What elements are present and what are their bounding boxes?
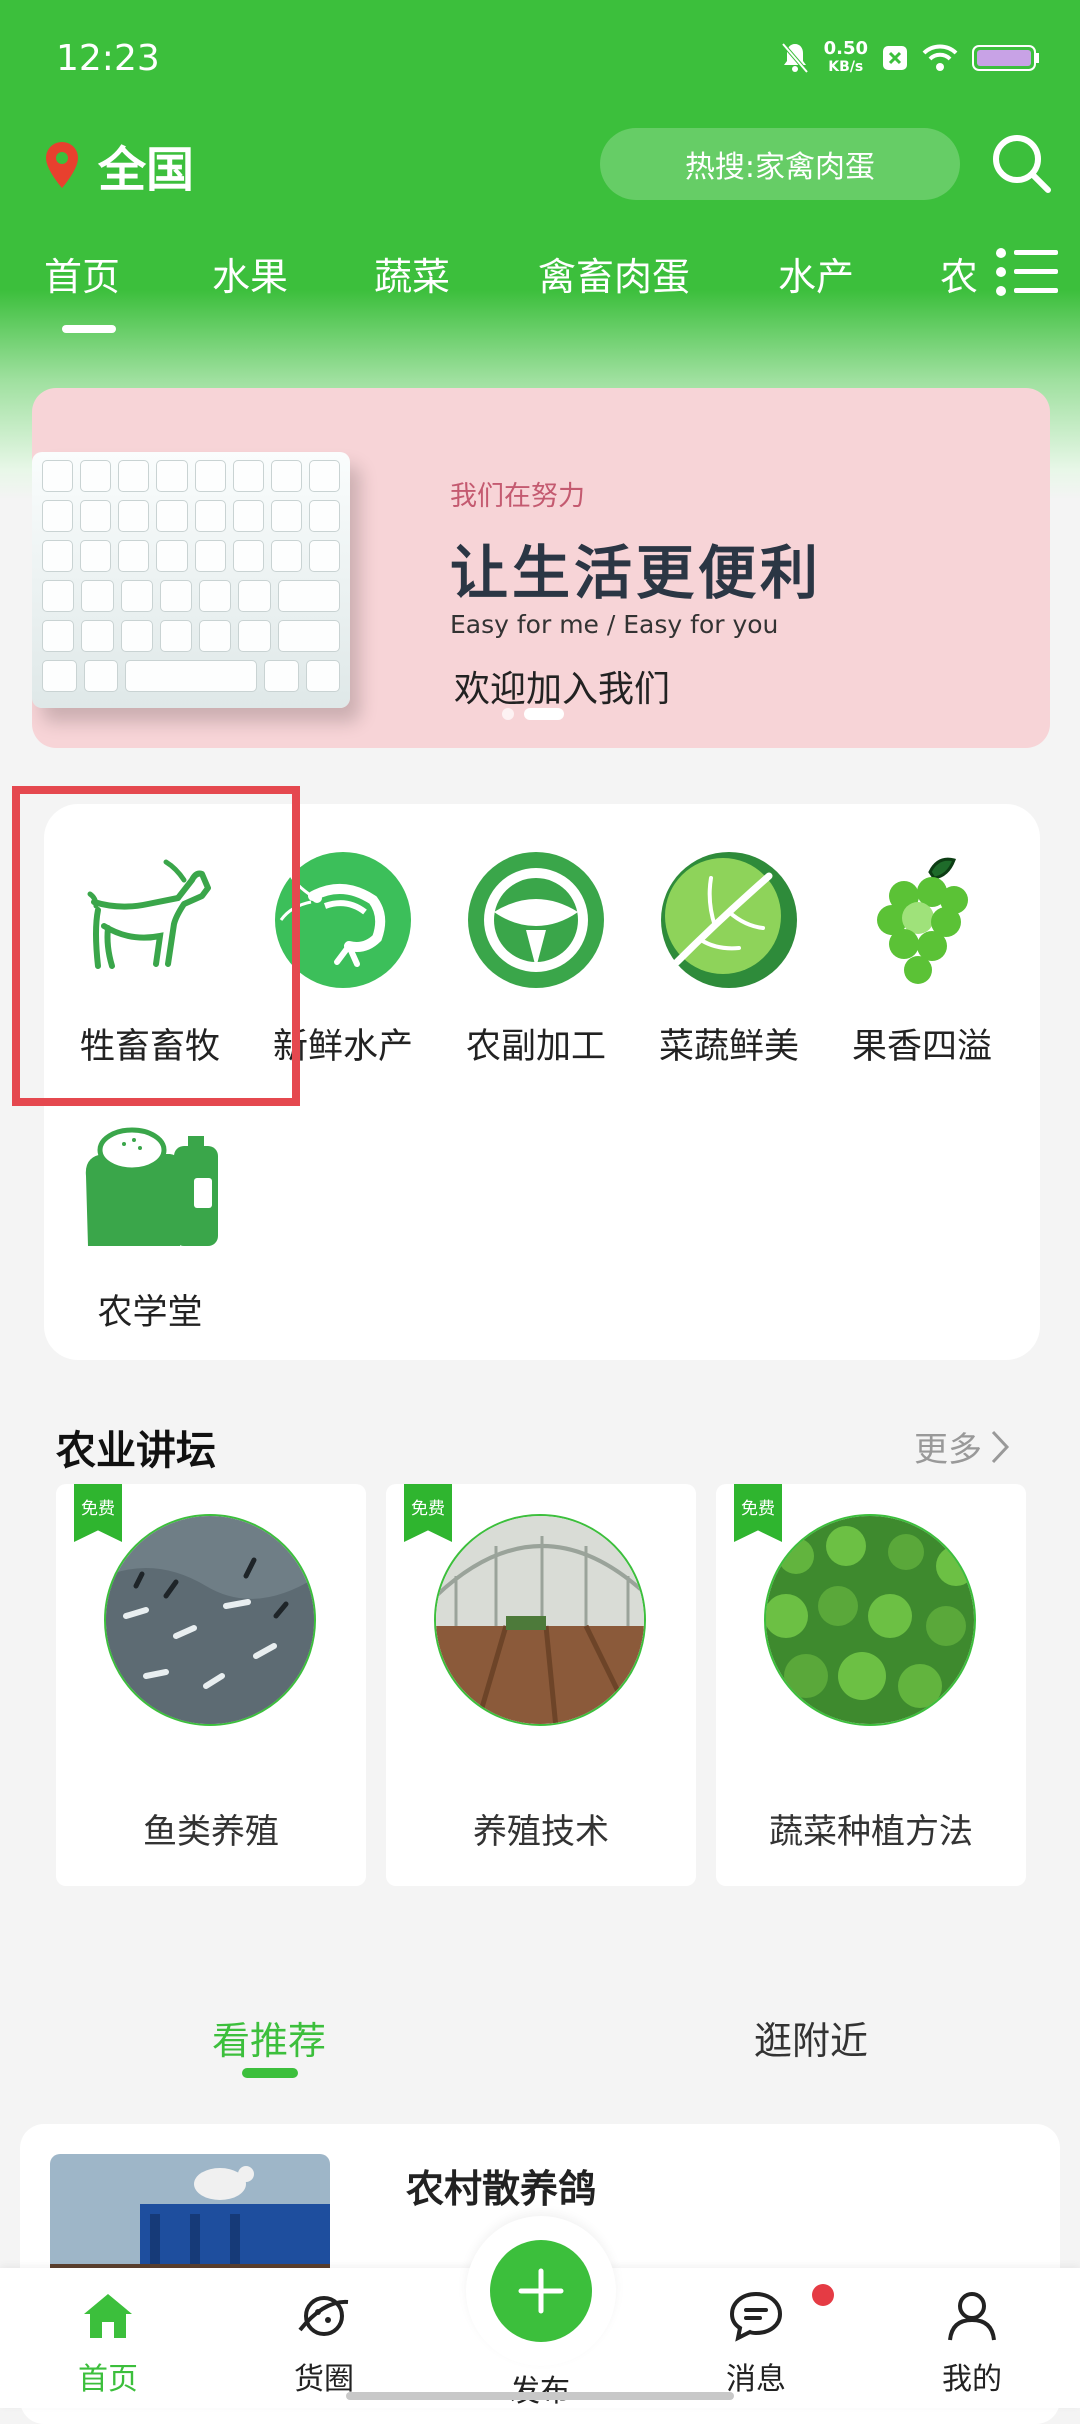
free-tag: 免费 (404, 1484, 452, 1542)
user-icon (948, 2292, 996, 2341)
fish-farming-image (104, 1514, 316, 1726)
data-saver-icon (883, 46, 907, 70)
banner-english: Easy for me / Easy for you (450, 610, 779, 639)
category-vegetables[interactable]: 菜蔬鲜美 (634, 850, 824, 1069)
keyboard-image (32, 452, 350, 708)
wifi-icon (922, 44, 958, 71)
chat-icon (729, 2291, 783, 2342)
banner-title: 让生活更便利 (450, 539, 823, 607)
category-label: 菜蔬鲜美 (658, 1027, 799, 1067)
location-pin-icon (46, 142, 78, 188)
battery-icon (972, 45, 1039, 71)
category-fruit[interactable]: 果香四溢 (827, 850, 1017, 1069)
tab-fruit[interactable]: 水果 (212, 246, 288, 301)
publish-button[interactable] (490, 2240, 592, 2342)
grapes-icon (877, 857, 968, 984)
forum-card-label: 蔬菜种植方法 (769, 1812, 973, 1852)
mute-icon (781, 42, 809, 74)
banner-pager (502, 708, 564, 720)
chevron-right-icon (991, 1430, 1010, 1463)
nav-circle[interactable]: 货圈 (264, 2290, 384, 2398)
forum-title: 农业讲坛 (56, 1428, 216, 1474)
fertilizer-bag-icon (85, 1127, 218, 1246)
tab-meat-eggs[interactable]: 禽畜肉蛋 (538, 246, 690, 301)
status-time: 12:23 (56, 38, 160, 79)
category-tabs: 首页 水果 蔬菜 禽畜肉蛋 水产 农 (0, 246, 1000, 333)
greenhouse-image (434, 1514, 646, 1726)
tab-nearby[interactable]: 逛附近 (754, 2010, 868, 2065)
forum-more-link[interactable]: 更多 (914, 1422, 1010, 1471)
tab-vegetable[interactable]: 蔬菜 (374, 246, 450, 301)
tab-recommend-indicator (242, 2068, 298, 2078)
category-label: 农副加工 (465, 1027, 606, 1067)
banner-cta: 欢迎加入我们 (454, 669, 671, 710)
notification-badge (812, 2284, 834, 2306)
menu-list-icon[interactable] (994, 246, 1060, 298)
search-icon[interactable] (990, 132, 1054, 196)
plus-icon (518, 2268, 564, 2314)
location-label: 全国 (98, 142, 195, 198)
status-icons: 0.50 KB/s (780, 40, 1040, 76)
net-speed: 0.50 KB/s (823, 38, 868, 76)
tab-recommend[interactable]: 看推荐 (212, 2010, 326, 2065)
nav-profile[interactable]: 我的 (912, 2290, 1032, 2398)
nav-messages[interactable]: 消息 (696, 2290, 816, 2398)
forum-card[interactable]: 免费 蔬菜种植方法 (716, 1484, 1026, 1886)
category-processing[interactable]: 农副加工 (441, 850, 631, 1069)
banner-subtitle: 我们在努力 (450, 481, 585, 512)
search-box[interactable]: 热搜:家禽肉蛋 (600, 128, 960, 200)
home-icon (84, 2294, 132, 2338)
nav-home[interactable]: 首页 (48, 2290, 168, 2398)
cabbage-icon (661, 852, 797, 988)
highlight-box (12, 786, 300, 1106)
category-label: 果香四溢 (851, 1027, 992, 1067)
location-selector[interactable]: 全国 (44, 130, 194, 200)
category-agri-school[interactable]: 农学堂 (55, 1116, 245, 1335)
planet-icon (298, 2296, 349, 2336)
vegetable-field-image (764, 1514, 976, 1726)
free-tag: 免费 (74, 1484, 122, 1542)
free-tag: 免费 (734, 1484, 782, 1542)
tab-aquatic[interactable]: 水产 (778, 246, 854, 301)
green-food-logo-icon (468, 852, 604, 988)
forum-card[interactable]: 免费 鱼类养殖 (56, 1484, 366, 1886)
tab-agri[interactable]: 农 (940, 246, 978, 301)
post-title: 农村散养鸽 (406, 2167, 597, 2211)
forum-card-label: 养殖技术 (473, 1812, 609, 1852)
banner[interactable]: 我们在努力 让生活更便利 Easy for me / Easy for you … (32, 388, 1050, 748)
tab-home[interactable]: 首页 (44, 246, 120, 333)
forum-card[interactable]: 免费 养殖技术 (386, 1484, 696, 1886)
home-indicator[interactable] (346, 2392, 734, 2400)
forum-card-label: 鱼类养殖 (143, 1812, 279, 1852)
category-label: 农学堂 (97, 1293, 203, 1333)
